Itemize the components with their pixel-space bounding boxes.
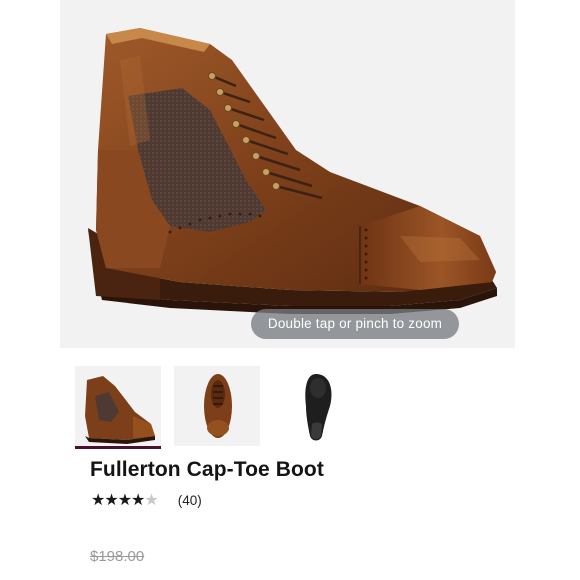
thumbnail-sole-view[interactable] [276, 366, 362, 446]
thumbnail-side-view[interactable] [75, 366, 161, 449]
original-price: $198.00 [90, 548, 145, 565]
product-title: Fullerton Cap-Toe Boot [90, 458, 324, 481]
thumbnail-top-view[interactable] [174, 366, 260, 446]
zoom-hint: Double tap or pinch to zoom [251, 309, 459, 339]
rating-summary[interactable]: ★★★★★ (40) [91, 490, 202, 510]
thumbnail-strip [0, 360, 580, 455]
boot-image [88, 28, 497, 314]
sale-price [160, 548, 164, 565]
stars-filled: ★★★★ [91, 492, 145, 509]
stars-empty: ★ [144, 492, 158, 509]
thumbnail-side-image [85, 376, 155, 444]
star-icon: ★★★★★ [91, 490, 159, 510]
product-image-main[interactable]: Double tap or pinch to zoom [60, 0, 515, 348]
review-count[interactable]: (40) [178, 493, 202, 508]
thumbnail-top-image [204, 374, 232, 438]
thumbnail-sole-image [305, 374, 332, 441]
